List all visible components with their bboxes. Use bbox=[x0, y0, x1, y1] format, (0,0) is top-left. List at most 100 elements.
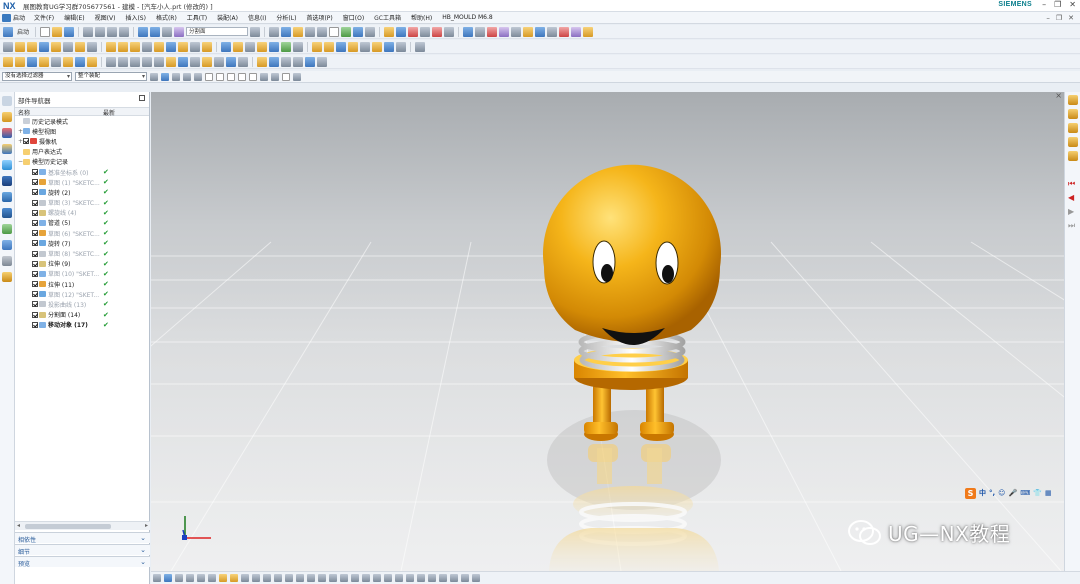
derived-line-icon[interactable] bbox=[428, 574, 436, 582]
new-file-icon[interactable] bbox=[40, 26, 51, 37]
visibility-checkbox[interactable] bbox=[32, 199, 38, 206]
line-icon[interactable] bbox=[106, 56, 116, 67]
zoom-icon[interactable] bbox=[186, 574, 194, 582]
navigator-row[interactable]: 移动对象 (17) ✔ bbox=[15, 320, 149, 330]
arc-tool-icon[interactable] bbox=[420, 26, 431, 37]
constraint-navigator-icon[interactable] bbox=[2, 128, 12, 138]
join-curve-icon[interactable] bbox=[214, 56, 224, 67]
start-dropdown[interactable]: 启动 bbox=[15, 27, 31, 36]
fit-icon[interactable] bbox=[219, 574, 227, 582]
view-right-icon[interactable] bbox=[1068, 123, 1078, 133]
view-icon[interactable] bbox=[317, 26, 328, 37]
reuse-library-icon[interactable] bbox=[2, 160, 12, 170]
snap-point-icon[interactable] bbox=[282, 72, 290, 81]
selection-scope-select[interactable]: 整个装配 bbox=[75, 72, 147, 81]
slot-icon[interactable] bbox=[87, 41, 97, 52]
rectangle-icon[interactable] bbox=[274, 574, 282, 582]
view-front-icon[interactable] bbox=[1068, 95, 1078, 105]
view-top-icon[interactable] bbox=[1068, 109, 1078, 119]
close-doc-icon[interactable]: ✕ bbox=[1068, 14, 1074, 22]
make-coplanar-icon[interactable] bbox=[75, 56, 85, 67]
menu-tools[interactable]: 工具(T) bbox=[182, 13, 212, 22]
background-icon[interactable] bbox=[329, 26, 340, 37]
make-coaxial-icon[interactable] bbox=[87, 56, 97, 67]
visibility-checkbox[interactable] bbox=[32, 311, 38, 318]
undo-icon[interactable] bbox=[138, 26, 149, 37]
navigator-row[interactable]: 投影曲线 (13) ✔ bbox=[15, 299, 149, 309]
datum-csys-icon[interactable] bbox=[293, 41, 303, 52]
navigator-row[interactable]: 分割面 (14) ✔ bbox=[15, 310, 149, 320]
delete-icon[interactable] bbox=[119, 26, 130, 37]
menu-format[interactable]: 格式(R) bbox=[151, 13, 182, 22]
role-icon[interactable] bbox=[2, 256, 12, 266]
start-menu-button[interactable]: 启动 bbox=[2, 13, 25, 22]
hole-icon[interactable] bbox=[39, 41, 49, 52]
offset-region-icon[interactable] bbox=[27, 56, 37, 67]
menu-window[interactable]: 窗口(O) bbox=[338, 13, 369, 22]
measure-icon[interactable] bbox=[384, 26, 395, 37]
menu-help[interactable]: 帮助(H) bbox=[406, 13, 437, 22]
navigator-row[interactable]: 旋转 (2) ✔ bbox=[15, 187, 149, 197]
ime-keyboard[interactable]: ⌨ bbox=[1020, 489, 1030, 497]
column-latest[interactable]: 最新 bbox=[100, 108, 115, 117]
extract-geometry-icon[interactable] bbox=[396, 41, 406, 52]
face-analysis-icon[interactable] bbox=[523, 26, 534, 37]
first-step-icon[interactable]: ⏮ bbox=[1068, 179, 1078, 189]
mirror-icon[interactable] bbox=[233, 41, 243, 52]
subtract-icon[interactable] bbox=[118, 41, 128, 52]
helix-icon[interactable] bbox=[142, 56, 152, 67]
dependencies-panel[interactable]: 相依性 ⌄ bbox=[15, 532, 150, 544]
visibility-checkbox[interactable] bbox=[32, 240, 38, 247]
chamfer-icon[interactable] bbox=[178, 41, 188, 52]
snap-icon[interactable] bbox=[365, 26, 376, 37]
preview-panel[interactable]: 预览 ⌄ bbox=[15, 556, 150, 568]
visibility-checkbox[interactable] bbox=[23, 138, 29, 145]
hd3d-tools-icon[interactable] bbox=[2, 176, 12, 186]
visibility-checkbox[interactable] bbox=[32, 270, 38, 277]
snap-on-curve-icon[interactable] bbox=[260, 72, 268, 81]
ime-skin[interactable]: 👕 bbox=[1033, 489, 1042, 497]
navigator-row[interactable]: + 模型视图 bbox=[15, 126, 149, 136]
select-all-icon[interactable] bbox=[161, 72, 169, 81]
section-view-icon[interactable] bbox=[535, 26, 546, 37]
draft-icon[interactable] bbox=[202, 41, 212, 52]
copy-icon[interactable] bbox=[95, 26, 106, 37]
scroll-left-icon[interactable]: ◂ bbox=[17, 522, 20, 529]
polygon-icon[interactable] bbox=[285, 574, 293, 582]
face-rule-icon[interactable] bbox=[194, 72, 202, 81]
pad-icon[interactable] bbox=[75, 41, 85, 52]
assembly-navigator-icon[interactable] bbox=[2, 112, 12, 122]
project-curve-icon[interactable] bbox=[166, 56, 176, 67]
menu-info[interactable]: 信息(I) bbox=[243, 13, 271, 22]
color-palette-icon[interactable] bbox=[571, 26, 582, 37]
start-icon[interactable] bbox=[3, 26, 13, 37]
ime-punctuation[interactable]: °, bbox=[989, 489, 995, 497]
visibility-checkbox[interactable] bbox=[32, 169, 38, 176]
redo-icon[interactable] bbox=[150, 26, 161, 37]
restore-icon[interactable]: ❐ bbox=[1054, 0, 1061, 9]
restore-doc-icon[interactable]: ❐ bbox=[1056, 14, 1062, 22]
snap-on-face-icon[interactable] bbox=[271, 72, 279, 81]
delete-face-icon[interactable] bbox=[51, 56, 61, 67]
navigator-row[interactable]: + 摄像机 bbox=[15, 136, 149, 146]
convert-reference-icon[interactable] bbox=[439, 574, 447, 582]
menu-gc-toolbox[interactable]: GC工具箱 bbox=[369, 13, 406, 22]
navigator-row[interactable]: 草图 (1) "SKETC... ✔ bbox=[15, 177, 149, 187]
constraint-icon[interactable] bbox=[351, 574, 359, 582]
details-panel[interactable]: 细节 ⌄ bbox=[15, 544, 150, 556]
replace-face-icon[interactable] bbox=[39, 56, 49, 67]
circle-icon[interactable] bbox=[263, 574, 271, 582]
ime-chinese[interactable]: 中 bbox=[979, 488, 986, 498]
cut-icon[interactable] bbox=[83, 26, 94, 37]
project-icon[interactable] bbox=[406, 574, 414, 582]
visibility-checkbox[interactable] bbox=[32, 219, 38, 226]
thicken-icon[interactable] bbox=[257, 41, 267, 52]
resize-blend-icon[interactable] bbox=[63, 56, 73, 67]
filter-icon[interactable] bbox=[150, 72, 158, 81]
navigator-row[interactable]: 草图 (3) "SKETC... ✔ bbox=[15, 198, 149, 208]
edge-blend-icon[interactable] bbox=[166, 41, 176, 52]
shell-icon[interactable] bbox=[190, 41, 200, 52]
clip-icon[interactable] bbox=[547, 26, 558, 37]
snap-endpoint-icon[interactable] bbox=[205, 72, 213, 81]
studio-icon[interactable] bbox=[475, 26, 486, 37]
